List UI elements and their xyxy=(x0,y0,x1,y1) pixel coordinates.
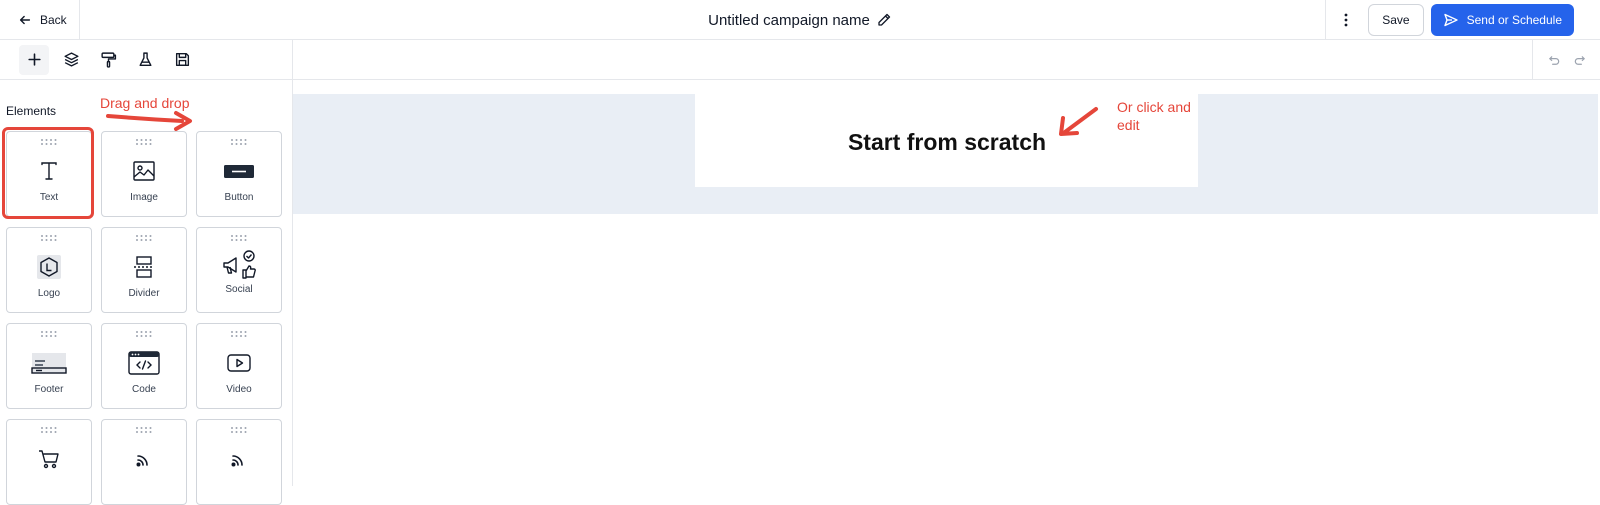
back-button[interactable]: Back xyxy=(0,0,80,40)
elements-heading: Elements xyxy=(6,104,57,118)
element-label: Divider xyxy=(128,288,160,299)
element-tile-footer[interactable]: Footer xyxy=(6,323,92,409)
layers-icon xyxy=(63,52,79,67)
video-icon xyxy=(227,354,251,372)
element-label: Social xyxy=(225,284,253,295)
add-elements-tool[interactable] xyxy=(19,44,49,75)
history-controls xyxy=(1532,40,1600,80)
send-icon xyxy=(1443,13,1458,27)
send-or-schedule-button[interactable]: Send or Schedule xyxy=(1430,4,1574,36)
layers-tool[interactable] xyxy=(56,45,86,75)
back-label: Back xyxy=(40,13,67,27)
arrow-left-icon xyxy=(19,15,31,25)
divider-icon xyxy=(134,256,154,278)
flask-icon xyxy=(138,52,152,67)
element-tile-social[interactable]: Social xyxy=(196,227,282,313)
email-canvas: Start from scratch Or click and edit xyxy=(293,80,1600,486)
click-arrow-icon xyxy=(1059,107,1098,136)
test-tool[interactable] xyxy=(130,45,160,75)
more-options-button[interactable] xyxy=(1326,0,1366,40)
send-label: Send or Schedule xyxy=(1466,13,1562,27)
elements-grid: Text Image Button Logo Divider Social Fo… xyxy=(2,127,282,505)
element-label: Button xyxy=(224,192,254,203)
drag-handle-icon xyxy=(231,139,247,145)
code-icon xyxy=(128,351,160,375)
footer-icon xyxy=(31,353,67,374)
drag-handle-icon xyxy=(41,235,57,241)
save-template-icon xyxy=(175,52,189,67)
click-annotation: Or click and edit xyxy=(1117,98,1207,134)
element-tile-rss[interactable] xyxy=(196,419,282,505)
social-icon xyxy=(223,250,256,279)
kebab-icon xyxy=(1344,13,1348,27)
image-icon xyxy=(133,161,155,181)
element-tile-rss[interactable] xyxy=(101,419,187,505)
canvas-toolbar xyxy=(293,40,1600,80)
drag-handle-icon xyxy=(41,331,57,337)
element-tile-video[interactable]: Video xyxy=(196,323,282,409)
drag-handle-icon xyxy=(231,235,247,241)
element-tile-divider[interactable]: Divider xyxy=(101,227,187,313)
paint-roller-icon xyxy=(100,52,116,68)
element-label: Video xyxy=(226,384,252,395)
save-button[interactable]: Save xyxy=(1368,4,1424,36)
start-from-scratch-heading[interactable]: Start from scratch xyxy=(848,129,1046,156)
cart-icon xyxy=(39,450,59,469)
drag-annotation: Drag and drop xyxy=(100,95,190,111)
drag-handle-icon xyxy=(136,427,152,433)
elements-sidebar: Elements Drag and drop Text Image Button… xyxy=(0,80,293,505)
logo-icon xyxy=(37,255,61,279)
element-tile-image[interactable]: Image xyxy=(101,131,187,217)
rss-icon xyxy=(231,455,243,467)
drag-handle-icon xyxy=(136,331,152,337)
button-icon xyxy=(224,165,254,178)
element-label: Footer xyxy=(34,384,64,395)
drag-handle-icon xyxy=(136,235,152,241)
element-label: Code xyxy=(132,384,156,395)
drag-handle-icon xyxy=(136,139,152,145)
element-label: Text xyxy=(39,192,59,203)
drag-handle-icon xyxy=(41,139,57,145)
element-label: Logo xyxy=(37,288,61,299)
add-icon xyxy=(27,53,41,66)
drag-handle-icon xyxy=(41,427,57,433)
drag-handle-icon xyxy=(231,331,247,337)
save-template-tool[interactable] xyxy=(167,45,197,75)
styles-tool[interactable] xyxy=(93,45,123,75)
pencil-icon[interactable] xyxy=(876,12,892,28)
drag-handle-icon xyxy=(231,427,247,433)
rss-icon xyxy=(136,455,148,467)
editor-toolbar xyxy=(0,40,293,80)
campaign-title[interactable]: Untitled campaign name xyxy=(708,12,870,29)
header-actions: Save Send or Schedule xyxy=(1325,0,1600,40)
element-tile-code[interactable]: Code xyxy=(101,323,187,409)
redo-icon[interactable] xyxy=(1573,54,1586,67)
drag-arrow-icon xyxy=(106,111,192,131)
undo-icon[interactable] xyxy=(1548,54,1561,67)
element-label: Image xyxy=(130,192,158,203)
element-tile-button[interactable]: Button xyxy=(196,131,282,217)
click-annotation-line1: Or click and xyxy=(1117,99,1191,115)
top-bar: Back Untitled campaign name Save Send or… xyxy=(0,0,1600,40)
element-tile-logo[interactable]: Logo xyxy=(6,227,92,313)
element-tile-text[interactable]: Text xyxy=(2,127,94,219)
text-icon xyxy=(41,162,57,180)
element-tile-product[interactable] xyxy=(6,419,92,505)
click-annotation-line2: edit xyxy=(1117,117,1140,133)
